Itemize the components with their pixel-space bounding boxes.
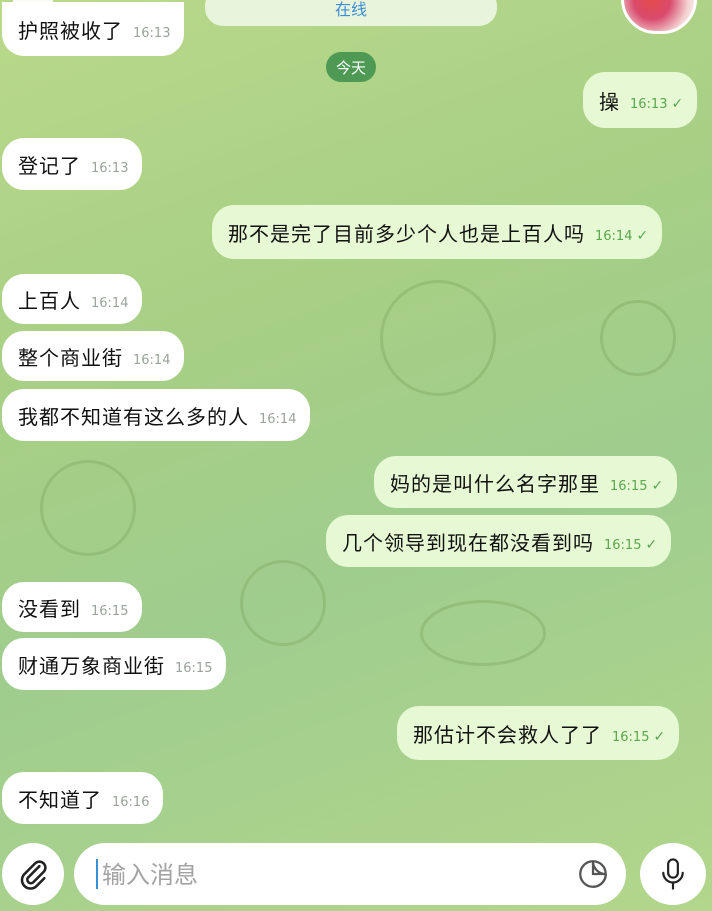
- message-incoming[interactable]: 财通万象商业街 16:15: [2, 638, 227, 690]
- message-time: 16:15: [604, 537, 642, 553]
- message-time: 16:13: [630, 96, 668, 112]
- check-icon: ✓: [636, 228, 649, 244]
- text-caret: [96, 859, 98, 889]
- online-status: 在线: [334, 0, 367, 19]
- message-text: 没看到: [18, 596, 81, 621]
- message-outgoing[interactable]: 那不是完了目前多少个人也是上百人吗 16:14 ✓: [212, 205, 663, 259]
- message-time: 16:15: [612, 729, 650, 745]
- message-time: 16:15: [91, 603, 129, 619]
- message-incoming[interactable]: 上百人 16:14: [2, 274, 143, 324]
- message-text: 上百人: [18, 288, 81, 313]
- message-incoming[interactable]: 登记了 16:13: [2, 138, 143, 190]
- date-divider: 今天: [326, 52, 376, 82]
- message-text: 几个领导到现在都没看到吗: [342, 530, 594, 555]
- chat-header[interactable]: 在线: [205, 0, 497, 26]
- background-doodle: [420, 600, 546, 666]
- message-time: 16:16: [112, 794, 150, 810]
- message-text: 整个商业街: [18, 345, 123, 370]
- check-icon: ✓: [671, 96, 684, 112]
- message-text: 妈的是叫什么名字那里: [390, 471, 600, 496]
- avatar[interactable]: [621, 0, 697, 34]
- message-outgoing[interactable]: 操 16:13 ✓: [583, 72, 698, 128]
- message-time: 16:15: [175, 660, 213, 676]
- microphone-button[interactable]: [640, 843, 706, 905]
- message-incoming[interactable]: 护照被收了 16:13: [2, 2, 185, 56]
- message-time: 16:14: [91, 295, 129, 311]
- message-time: 16:15: [610, 478, 648, 494]
- message-text: 我都不知道有这么多的人: [18, 404, 249, 429]
- message-input-container[interactable]: [74, 843, 626, 905]
- check-icon: ✓: [645, 537, 658, 553]
- message-outgoing[interactable]: 那估计不会救人了了 16:15 ✓: [397, 706, 680, 760]
- check-icon: ✓: [653, 729, 666, 745]
- message-text: 那估计不会救人了了: [413, 722, 602, 747]
- message-input[interactable]: [100, 853, 564, 897]
- background-doodle: [380, 280, 496, 396]
- message-time: 16:14: [259, 411, 297, 427]
- message-text: 不知道了: [18, 787, 102, 812]
- message-text: 操: [599, 89, 620, 114]
- message-text: 那不是完了目前多少个人也是上百人吗: [228, 221, 585, 246]
- message-text: 登记了: [18, 153, 81, 178]
- message-time: 16:13: [133, 25, 171, 41]
- check-icon: ✓: [651, 478, 664, 494]
- composer-bar: [0, 835, 712, 911]
- attach-button[interactable]: [2, 843, 64, 905]
- message-time: 16:14: [133, 352, 171, 368]
- paperclip-icon: [20, 860, 47, 890]
- microphone-icon: [662, 858, 684, 890]
- message-text: 护照被收了: [18, 18, 123, 43]
- background-doodle: [600, 300, 676, 376]
- sticker-icon[interactable]: [576, 857, 610, 891]
- message-incoming[interactable]: 没看到 16:15: [2, 582, 143, 632]
- message-incoming[interactable]: 我都不知道有这么多的人 16:14: [2, 389, 311, 441]
- background-doodle: [40, 460, 136, 556]
- message-time: 16:13: [91, 160, 129, 176]
- message-outgoing[interactable]: 几个领导到现在都没看到吗 16:15 ✓: [326, 515, 672, 567]
- message-time: 16:14: [595, 228, 633, 244]
- message-incoming[interactable]: 不知道了 16:16: [2, 772, 164, 824]
- message-text: 财通万象商业街: [18, 653, 165, 678]
- message-outgoing[interactable]: 妈的是叫什么名字那里 16:15 ✓: [374, 456, 678, 508]
- message-incoming[interactable]: 整个商业街 16:14: [2, 331, 185, 381]
- background-doodle: [240, 560, 326, 646]
